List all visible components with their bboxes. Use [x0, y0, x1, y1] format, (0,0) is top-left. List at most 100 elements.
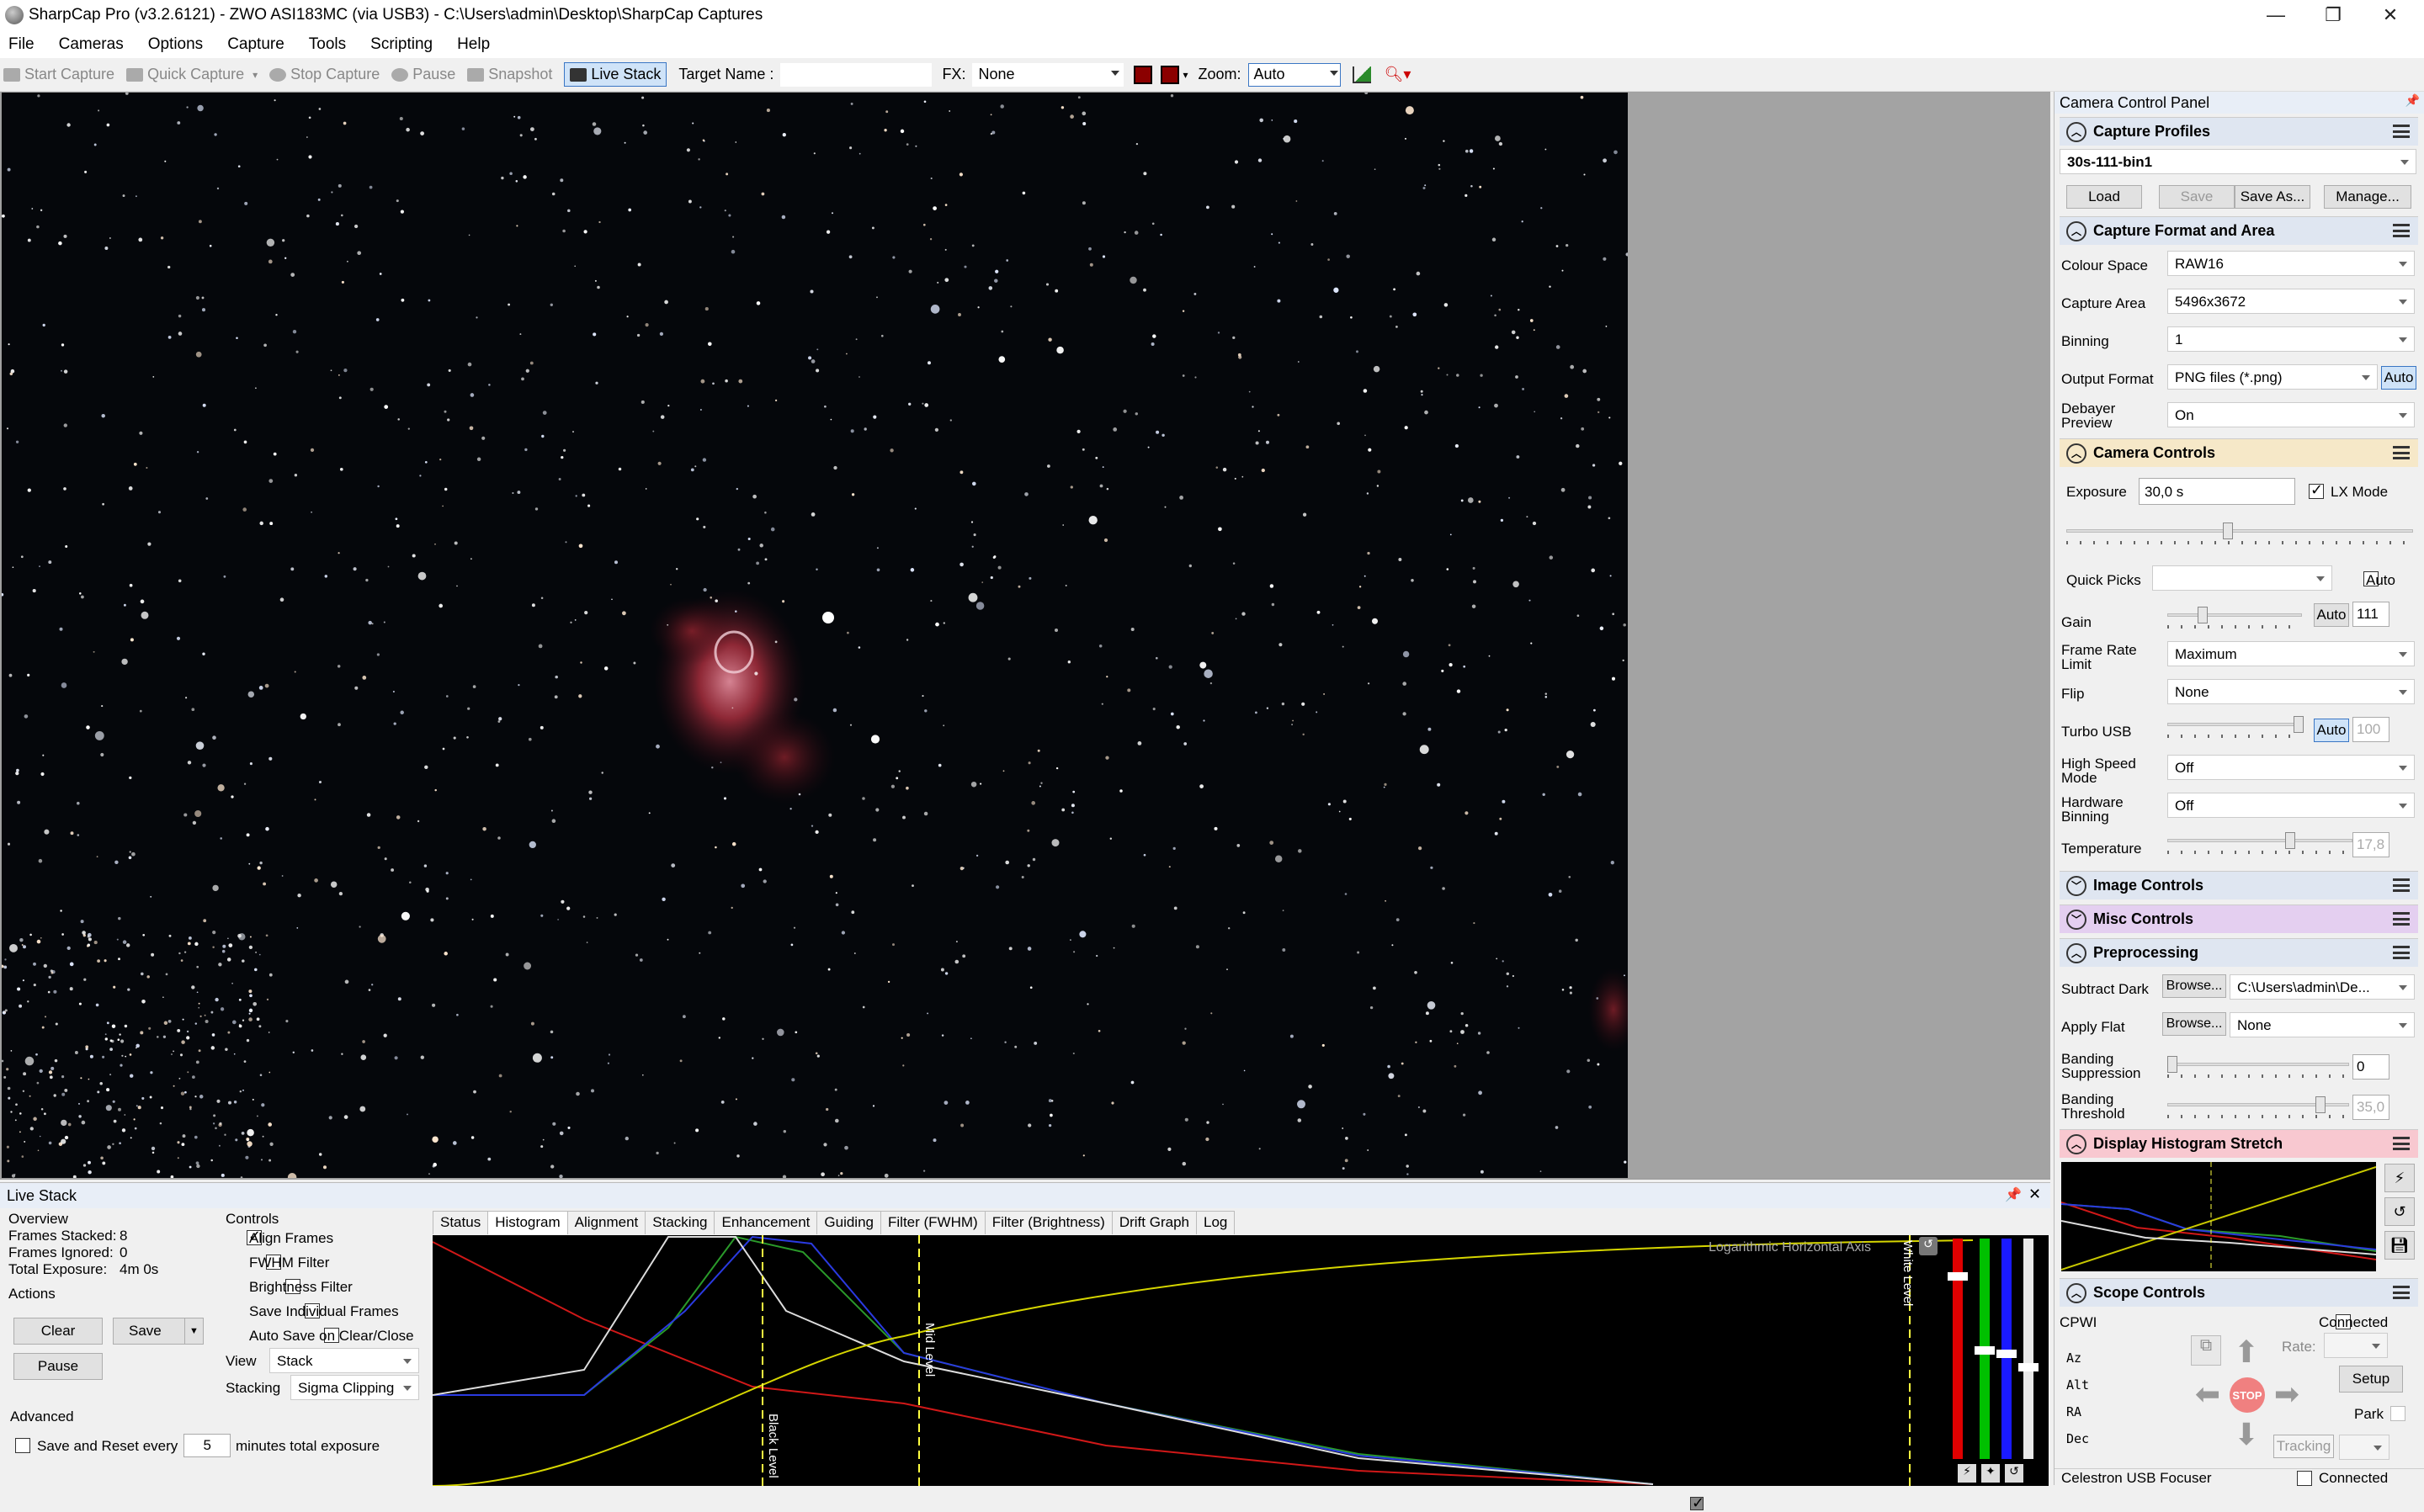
tab-log[interactable]: Log [1195, 1211, 1236, 1234]
output-format-auto-button[interactable]: Auto [2381, 366, 2416, 390]
zoom-icon[interactable]: 🔍︎▾ [1385, 66, 1411, 83]
banding-threshold-slider[interactable] [2167, 1096, 2349, 1118]
reset-icon[interactable]: ↺ [1919, 1237, 1938, 1255]
banding-suppression-slider[interactable] [2167, 1056, 2349, 1078]
menu-icon[interactable] [2393, 946, 2410, 959]
save-button[interactable]: Save ▼ [113, 1318, 204, 1345]
misc-controls-header[interactable]: ﹀ Misc Controls [2060, 905, 2418, 933]
collapse-icon[interactable]: ︿ [2066, 443, 2086, 464]
collapse-icon[interactable]: ︿ [2066, 942, 2086, 963]
lum-level-bar[interactable] [2023, 1239, 2033, 1459]
blue-level-handle[interactable] [1996, 1350, 2017, 1358]
star-icon[interactable]: ✦ [1981, 1464, 2000, 1483]
tab-histogram[interactable]: Histogram [487, 1211, 568, 1234]
scope-setup-button[interactable]: Setup [2339, 1366, 2403, 1393]
menu-help[interactable]: Help [457, 35, 490, 54]
menu-icon[interactable] [2393, 1137, 2410, 1150]
turbo-usb-slider[interactable] [2167, 716, 2304, 738]
menu-cameras[interactable]: Cameras [59, 35, 124, 54]
menu-file[interactable]: File [8, 35, 35, 54]
lx-mode-checkbox[interactable] [2309, 481, 2324, 499]
log-axis-checkbox[interactable] [1690, 1494, 1704, 1512]
close-panel-button[interactable]: ✕ [2028, 1186, 2041, 1203]
green-level-handle[interactable] [1975, 1346, 1995, 1355]
gain-auto-button[interactable]: Auto [2314, 603, 2349, 627]
park-checkbox[interactable] [2390, 1406, 2406, 1421]
snapshot-button[interactable]: Snapshot [467, 66, 552, 83]
south-arrow-button[interactable]: ⬇ [2228, 1416, 2265, 1453]
display-histogram-graph[interactable] [2060, 1162, 2377, 1271]
tracking-select[interactable] [2339, 1435, 2389, 1460]
stop-capture-button[interactable]: Stop Capture [269, 66, 380, 83]
fx-select[interactable]: None [972, 62, 1124, 87]
menu-icon[interactable] [2393, 224, 2410, 237]
menu-scripting[interactable]: Scripting [370, 35, 433, 54]
live-stack-button[interactable]: Live Stack [564, 62, 667, 87]
histogram-icon[interactable] [1352, 66, 1371, 83]
tab-filter-brightness[interactable]: Filter (Brightness) [984, 1211, 1113, 1234]
tab-guiding[interactable]: Guiding [816, 1211, 881, 1234]
tab-filter-fwhm[interactable]: Filter (FWHM) [880, 1211, 986, 1234]
chevron-down-icon[interactable]: ▾ [252, 69, 258, 81]
expand-icon[interactable]: ﹀ [2066, 909, 2086, 930]
start-capture-button[interactable]: Start Capture [3, 66, 114, 83]
rate-select[interactable] [2324, 1333, 2388, 1358]
east-arrow-button[interactable]: ➡ [2268, 1376, 2305, 1413]
save-reset-checkbox[interactable] [15, 1438, 30, 1453]
sync-icon[interactable]: ⧉ [2191, 1335, 2221, 1366]
capture-format-header[interactable]: ︿ Capture Format and Area [2060, 216, 2418, 245]
turbo-usb-input[interactable]: 100 [2352, 717, 2389, 742]
lightning-icon[interactable]: ⚡ [2384, 1164, 2415, 1192]
gain-slider[interactable] [2167, 607, 2302, 629]
stacking-select[interactable]: Sigma Clipping [290, 1375, 419, 1400]
browse-flat-button[interactable]: Browse... [2162, 1012, 2226, 1036]
focus-icon[interactable] [1161, 65, 1180, 84]
pause-button[interactable]: Pause [391, 66, 455, 83]
capture-area-select[interactable]: 5496x3672 [2167, 289, 2415, 314]
minutes-stepper[interactable]: 5 [183, 1434, 231, 1457]
reset-icon[interactable]: ↺ [2384, 1197, 2415, 1226]
blue-level-bar[interactable] [2001, 1239, 2012, 1459]
focuser-connected-checkbox[interactable] [2297, 1471, 2312, 1486]
hw-binning-select[interactable]: Off [2167, 793, 2415, 818]
reset-icon[interactable]: ↺ [2005, 1464, 2023, 1483]
tab-status[interactable]: Status [433, 1211, 489, 1234]
colour-space-select[interactable]: RAW16 [2167, 251, 2415, 276]
tab-alignment[interactable]: Alignment [566, 1211, 646, 1234]
tab-enhancement[interactable]: Enhancement [714, 1211, 818, 1234]
menu-tools[interactable]: Tools [309, 35, 346, 54]
collapse-icon[interactable]: ︿ [2066, 1282, 2086, 1303]
tab-stacking[interactable]: Stacking [645, 1211, 715, 1234]
clear-button[interactable]: Clear [13, 1318, 103, 1345]
frame-rate-select[interactable]: Maximum [2167, 641, 2415, 666]
quick-picks-select[interactable] [2152, 565, 2332, 591]
view-select[interactable]: Stack [269, 1348, 419, 1373]
banding-suppression-input[interactable]: 0 [2352, 1054, 2389, 1080]
save-as-profile-button[interactable]: Save As... [2235, 185, 2310, 209]
expand-icon[interactable]: ﹀ [2066, 875, 2086, 896]
binning-select[interactable]: 1 [2167, 326, 2415, 352]
profile-select[interactable]: 30s-111-bin1 [2060, 149, 2416, 174]
collapse-icon[interactable]: ︿ [2066, 1133, 2086, 1154]
chevron-down-icon[interactable]: ▾ [1183, 69, 1188, 81]
menu-icon[interactable] [2393, 446, 2410, 459]
lightning-icon[interactable]: ⚡ [1958, 1464, 1976, 1483]
target-name-input[interactable] [780, 62, 933, 87]
scope-controls-header[interactable]: ︿ Scope Controls [2060, 1278, 2418, 1307]
quick-capture-button[interactable]: Quick Capture ▾ [126, 66, 258, 83]
image-controls-header[interactable]: ﹀ Image Controls [2060, 871, 2418, 899]
save-icon[interactable]: 💾︎ [2384, 1231, 2415, 1260]
west-arrow-button[interactable]: ⬅ [2189, 1376, 2226, 1413]
north-arrow-button[interactable]: ⬆ [2228, 1334, 2265, 1371]
manage-profiles-button[interactable]: Manage... [2324, 185, 2411, 209]
menu-icon[interactable] [2393, 1286, 2410, 1299]
capture-profiles-header[interactable]: ︿ Capture Profiles [2060, 117, 2418, 146]
subtract-dark-select[interactable]: C:\Users\admin\De... [2230, 974, 2415, 1000]
save-profile-button[interactable]: Save [2159, 185, 2235, 209]
collapse-icon[interactable]: ︿ [2066, 220, 2086, 241]
menu-icon[interactable] [2393, 912, 2410, 926]
stop-scope-button[interactable]: STOP [2230, 1377, 2265, 1413]
chevron-down-icon[interactable]: ▼ [184, 1318, 203, 1344]
exposure-slider[interactable] [2066, 523, 2413, 544]
zoom-select[interactable]: Auto [1247, 62, 1341, 87]
